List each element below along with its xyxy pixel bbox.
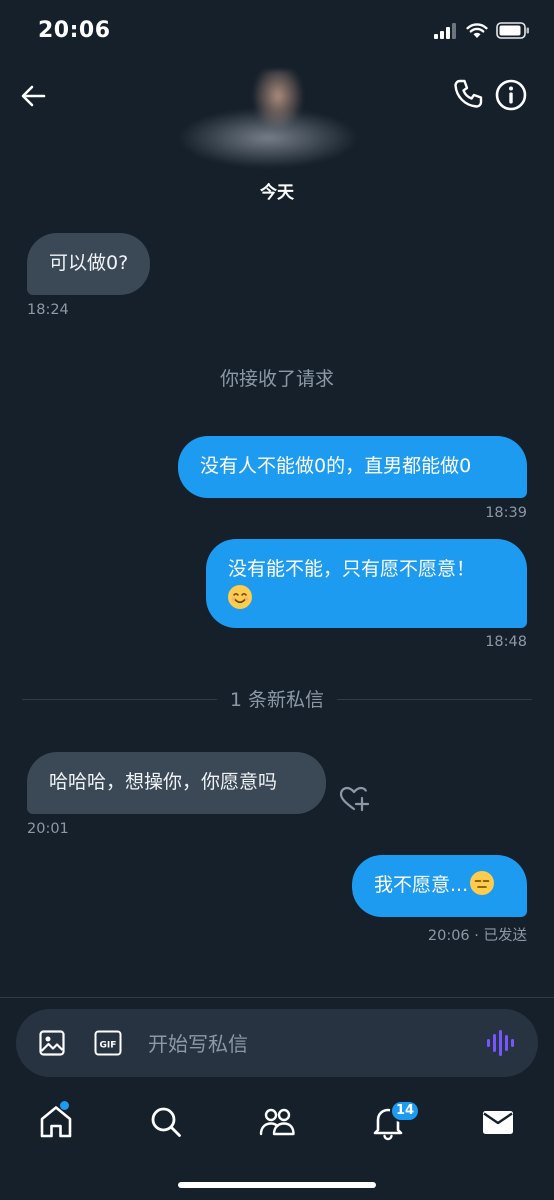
message-input[interactable] <box>146 1021 470 1067</box>
incoming-message-bubble[interactable]: 可以做0? <box>27 233 151 295</box>
image-icon[interactable] <box>38 1029 66 1057</box>
message-text: 没有能不能，只有愿不愿意！ <box>228 558 476 580</box>
message-timestamp: 20:01 <box>27 821 69 837</box>
communities-icon[interactable] <box>257 1102 297 1142</box>
heart-plus-icon[interactable] <box>338 784 370 814</box>
status-icons <box>434 22 530 39</box>
conversation-header: 今天 <box>0 66 554 216</box>
message-timestamp-sent-status: 20:06 · 已发送 <box>427 928 527 944</box>
message-text: 可以做0? <box>49 252 129 274</box>
dm-conversation-screen: 20:06 今天 可以做0? 18:24 你接收了请求 没有人不能做0的，直男都… <box>0 0 554 1200</box>
notifications-badge: 14 <box>390 1100 421 1122</box>
status-bar: 20:06 <box>0 0 554 66</box>
incoming-message-bubble[interactable]: 哈哈哈，想操你，你愿意吗 <box>27 752 326 814</box>
message-timestamp: 18:39 <box>485 505 527 521</box>
smiling-face-emoji-icon <box>228 585 252 609</box>
outgoing-message-bubble[interactable]: 没有人不能做0的，直男都能做0 <box>178 436 527 498</box>
outgoing-message-bubble[interactable]: 我不愿意... <box>352 855 527 917</box>
status-time: 20:06 <box>38 18 111 43</box>
svg-text:GIF: GIF <box>100 1041 117 1051</box>
info-icon[interactable] <box>492 76 530 114</box>
outgoing-message-bubble[interactable]: 没有能不能，只有愿不愿意！ <box>206 539 527 628</box>
home-icon[interactable] <box>36 1102 76 1142</box>
new-messages-divider-label: 1 条新私信 <box>229 689 325 711</box>
expressionless-face-emoji-icon <box>470 871 495 895</box>
search-icon[interactable] <box>146 1102 186 1142</box>
blurred-contact-avatar-name[interactable] <box>168 70 368 170</box>
message-composer: GIF <box>16 1009 538 1077</box>
composer-separator <box>0 997 554 998</box>
home-unread-dot <box>60 1101 69 1110</box>
home-indicator[interactable] <box>178 1182 376 1188</box>
wifi-icon <box>466 22 488 38</box>
gif-icon[interactable]: GIF <box>94 1030 122 1056</box>
bottom-tab-bar <box>0 1088 554 1158</box>
cellular-signal-icon <box>434 22 456 39</box>
back-arrow-icon[interactable] <box>16 78 52 114</box>
battery-icon <box>496 22 529 39</box>
mail-icon[interactable] <box>478 1102 518 1142</box>
message-text: 没有人不能做0的，直男都能做0 <box>200 455 472 477</box>
message-text: 我不愿意... <box>374 874 469 896</box>
message-text: 哈哈哈，想操你，你愿意吗 <box>49 771 278 793</box>
message-timestamp: 18:48 <box>485 634 527 650</box>
request-accepted-note: 你接收了请求 <box>219 368 334 390</box>
phone-icon[interactable] <box>450 76 486 112</box>
message-timestamp: 18:24 <box>27 302 69 318</box>
date-separator: 今天 <box>260 183 294 203</box>
voice-icon[interactable] <box>486 1029 516 1057</box>
